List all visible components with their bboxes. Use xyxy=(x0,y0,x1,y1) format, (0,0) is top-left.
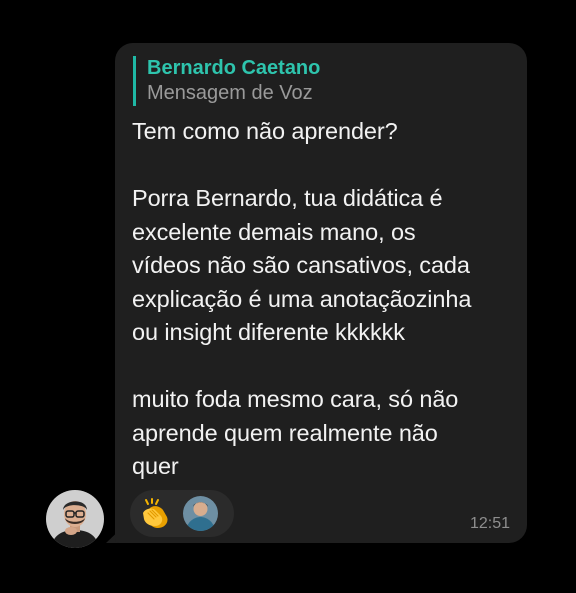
reply-quote[interactable]: Bernardo Caetano Mensagem de Voz xyxy=(133,56,509,106)
quote-author: Bernardo Caetano xyxy=(147,57,321,79)
message-paragraph: Tem como não aprender? xyxy=(132,118,398,144)
chat-screen: Bernardo Caetano Mensagem de Voz Tem com… xyxy=(0,0,576,593)
message-paragraph: muito foda mesmo cara, só não aprende qu… xyxy=(132,386,459,479)
quote-text: Mensagem de Voz xyxy=(147,82,313,104)
sender-avatar[interactable] xyxy=(46,490,104,548)
clapping-hands-icon xyxy=(143,498,168,528)
message-bubble[interactable]: Bernardo Caetano Mensagem de Voz Tem com… xyxy=(115,43,527,543)
reactor-avatar xyxy=(183,496,218,531)
message-timestamp: 12:51 xyxy=(469,515,510,532)
message-paragraph: Porra Bernardo, tua didática é excelente… xyxy=(132,185,472,345)
reactions-pill[interactable] xyxy=(130,490,234,537)
message-text: Tem como não aprender? Porra Bernardo, t… xyxy=(132,115,524,484)
